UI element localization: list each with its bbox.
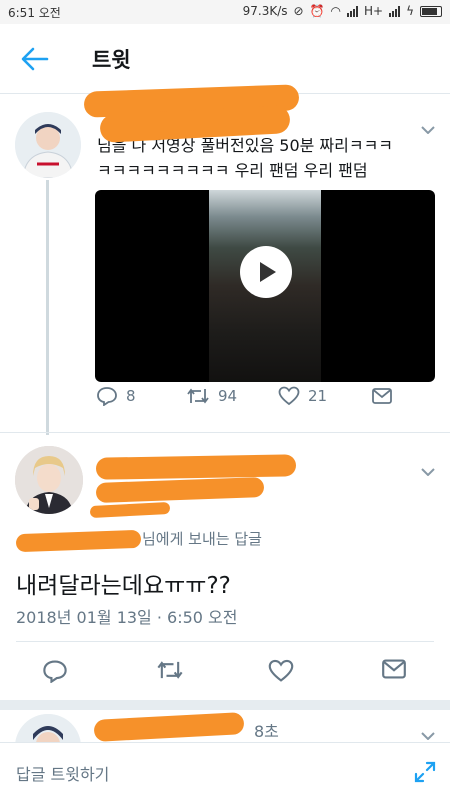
chevron-down-icon[interactable]	[421, 725, 435, 741]
envelope-icon	[382, 659, 406, 679]
network-speed: 97.3K/s	[242, 4, 288, 18]
tweet-text: 님을 나 저영상 풀버전있음 50분 짜리ㅋㅋㅋ ㅋㅋㅋㅋㅋㅋㅋㅋㅋ 우리 팬덤…	[97, 133, 437, 183]
tweet-text-line: ㅋㅋㅋㅋㅋㅋㅋㅋㅋ 우리 팬덤 우리 팬덤	[97, 161, 368, 180]
reply-input[interactable]: 답글 트윗하기	[16, 761, 109, 785]
divider	[16, 641, 434, 642]
network-type: H+	[364, 4, 384, 18]
retweet-button[interactable]	[156, 659, 184, 681]
page-title: 트윗	[92, 48, 131, 72]
redaction-scribble	[95, 477, 265, 503]
battery-icon	[420, 5, 442, 17]
signal-icon	[347, 5, 358, 17]
mute-icon: ⊘	[293, 4, 304, 18]
status-icons: 97.3K/s ⊘ ⏰ ◠ H+ ϟ	[243, 4, 442, 18]
thread-line	[46, 180, 49, 435]
tweet-text: 내려달라는데요ㅠㅠ??	[16, 573, 231, 599]
heart-icon	[268, 659, 294, 682]
divider	[0, 432, 450, 433]
like-count: 21	[308, 387, 328, 405]
tweet-actions-large	[0, 655, 450, 691]
chevron-down-icon[interactable]	[421, 461, 435, 477]
heart-icon	[278, 386, 300, 406]
reply-button[interactable]	[42, 659, 68, 683]
section-gap	[0, 700, 450, 710]
status-bar: 6:51 오전 97.3K/s ⊘ ⏰ ◠ H+ ϟ	[0, 0, 450, 24]
direct-message-button[interactable]	[372, 388, 392, 404]
like-button[interactable]: 21	[278, 386, 327, 406]
reply-compose-bar[interactable]: 답글 트윗하기	[0, 742, 450, 800]
reply-icon	[43, 660, 67, 683]
avatar-image	[15, 112, 81, 178]
redaction-scribble	[95, 454, 297, 480]
retweet-count: 94	[218, 387, 238, 405]
chevron-down-icon[interactable]	[421, 119, 435, 135]
play-button-icon[interactable]	[240, 246, 292, 298]
reply-button[interactable]: 8	[96, 386, 136, 406]
tweet-time: 8초	[254, 722, 279, 741]
redaction-scribble	[93, 712, 245, 742]
expand-icon[interactable]	[414, 761, 436, 783]
reply-count: 8	[126, 387, 136, 405]
wifi-icon: ◠	[330, 4, 341, 18]
retweet-button[interactable]: 94	[186, 387, 237, 405]
tweet-timestamp: 2018년 01월 13일 · 6:50 오전	[16, 608, 238, 627]
reply-to-label: 님에게 보내는 답글	[142, 530, 262, 548]
like-button[interactable]	[268, 659, 294, 683]
charging-icon: ϟ	[406, 4, 414, 18]
retweet-icon	[157, 661, 183, 679]
app-header: 트윗	[0, 24, 450, 94]
retweet-icon	[187, 388, 209, 404]
video-player[interactable]	[95, 190, 435, 382]
alarm-icon: ⏰	[309, 4, 325, 18]
redaction-scribble	[89, 501, 171, 519]
avatar-image	[15, 446, 83, 514]
status-time: 6:51 오전	[8, 6, 61, 20]
avatar[interactable]	[15, 446, 83, 514]
direct-message-button[interactable]	[382, 659, 406, 679]
avatar[interactable]	[15, 112, 81, 178]
reply-icon	[97, 387, 117, 406]
envelope-icon	[372, 388, 392, 404]
back-arrow-icon[interactable]	[20, 46, 50, 72]
signal-icon-2	[389, 5, 401, 17]
